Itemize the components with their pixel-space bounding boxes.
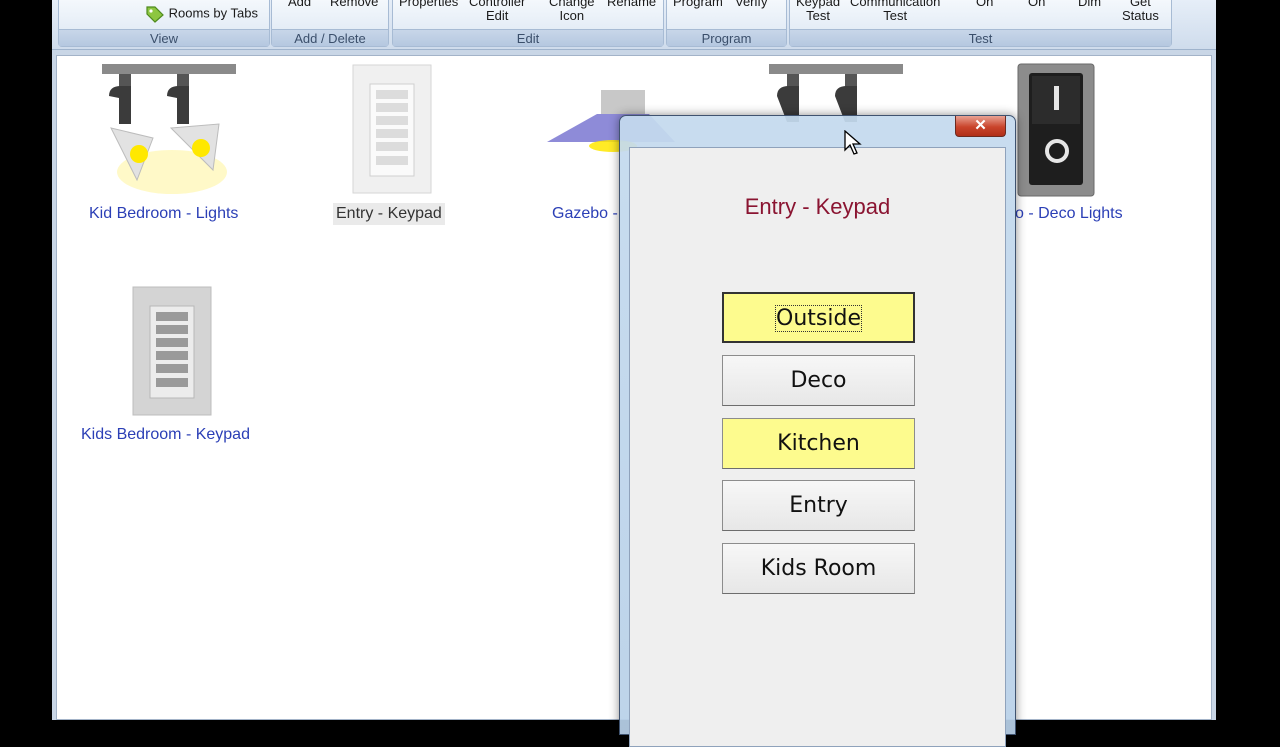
ribbon-group-add-delete: Add Remove Add / Delete — [271, 0, 389, 47]
group-title-program: Program — [667, 29, 786, 46]
ribbon-group-view: Rooms by Tabs View — [58, 0, 270, 47]
keypad-icon — [352, 64, 432, 194]
status-label: Status — [1122, 8, 1159, 23]
device-kid-bedroom-lights[interactable] — [97, 62, 247, 202]
add-button[interactable]: Add — [288, 0, 311, 9]
keypad-icon — [132, 286, 212, 416]
program-button[interactable]: Program — [673, 0, 723, 9]
remove-button[interactable]: Remove — [330, 0, 378, 9]
ribbon-group-test: Keypad Test Communication Test On On Dim… — [789, 0, 1172, 47]
keypad-test-dialog: ✕ Entry - Keypad Outside Deco Kitchen En… — [619, 115, 1016, 747]
close-icon[interactable]: ✕ — [955, 116, 1006, 137]
device-entry-keypad[interactable] — [352, 64, 432, 194]
properties-button[interactable]: Properties — [399, 0, 458, 9]
device-track-light-hidden[interactable] — [767, 62, 907, 122]
change-icon-label: Icon — [559, 8, 585, 23]
keypad-button-kitchen[interactable]: Kitchen — [722, 418, 915, 469]
tag-icon — [146, 6, 164, 23]
group-title-edit: Edit — [393, 29, 663, 46]
keypad-button-outside[interactable]: Outside — [722, 292, 915, 343]
verify-button[interactable]: Verify — [735, 0, 768, 9]
controller-edit-label: Edit — [485, 8, 509, 23]
get-status-button[interactable]: Get Status — [1122, 0, 1159, 23]
change-icon-button[interactable]: Change Icon — [549, 0, 595, 23]
on-button-2[interactable]: On — [1028, 0, 1045, 9]
dialog-body: Entry - Keypad Outside Deco Kitchen Entr… — [629, 147, 1006, 747]
on-button-1[interactable]: On — [976, 0, 993, 9]
device-deco-lights[interactable] — [1017, 63, 1095, 197]
ribbon-group-edit: Properties Controller Edit Change Icon R… — [392, 0, 664, 47]
device-kids-bedroom-keypad[interactable] — [132, 286, 212, 416]
group-title-view: View — [59, 29, 269, 46]
keypad-button-entry[interactable]: Entry — [722, 480, 915, 531]
rename-button[interactable]: Rename — [607, 0, 656, 9]
switch-icon — [1017, 63, 1095, 197]
keypad-button-kids-room[interactable]: Kids Room — [722, 543, 915, 594]
dim-button[interactable]: Dim — [1078, 0, 1101, 9]
group-title-test: Test — [790, 29, 1171, 46]
device-label-deco-lights[interactable]: o - Deco Lights — [1015, 205, 1123, 223]
keypad-button-label: Entry — [789, 493, 848, 518]
ribbon-group-program: Program Verify Program — [666, 0, 787, 47]
track-light-icon — [769, 64, 903, 122]
device-label-kids-bedroom-keypad[interactable]: Kids Bedroom - Keypad — [81, 426, 250, 444]
keypad-test-button[interactable]: Keypad Test — [796, 0, 840, 23]
keypad-button-deco[interactable]: Deco — [722, 355, 915, 406]
group-title-add-delete: Add / Delete — [272, 29, 388, 46]
keypad-test-label: Test — [806, 8, 830, 23]
rooms-by-tabs-button[interactable]: Rooms by Tabs — [145, 5, 258, 23]
keypad-button-label: Outside — [775, 305, 862, 332]
controller-edit-button[interactable]: Controller Edit — [469, 0, 525, 23]
device-label-gazebo[interactable]: Gazebo - — [552, 205, 618, 223]
communication-test-label: Test — [883, 8, 908, 23]
communication-test-button[interactable]: Communication Test — [850, 0, 940, 23]
ribbon: Rooms by Tabs View Add Remove Add / Dele… — [52, 0, 1216, 50]
device-label-kid-bedroom-lights[interactable]: Kid Bedroom - Lights — [89, 205, 238, 223]
device-label-entry-keypad[interactable]: Entry - Keypad — [333, 203, 445, 225]
rooms-by-tabs-label: Rooms by Tabs — [168, 5, 258, 21]
keypad-button-label: Deco — [790, 368, 847, 393]
keypad-button-label: Kids Room — [760, 556, 877, 581]
mouse-cursor-icon — [844, 130, 862, 155]
keypad-button-label: Kitchen — [777, 431, 860, 456]
dialog-title: Entry - Keypad — [744, 194, 891, 219]
track-light-icon — [102, 64, 236, 194]
